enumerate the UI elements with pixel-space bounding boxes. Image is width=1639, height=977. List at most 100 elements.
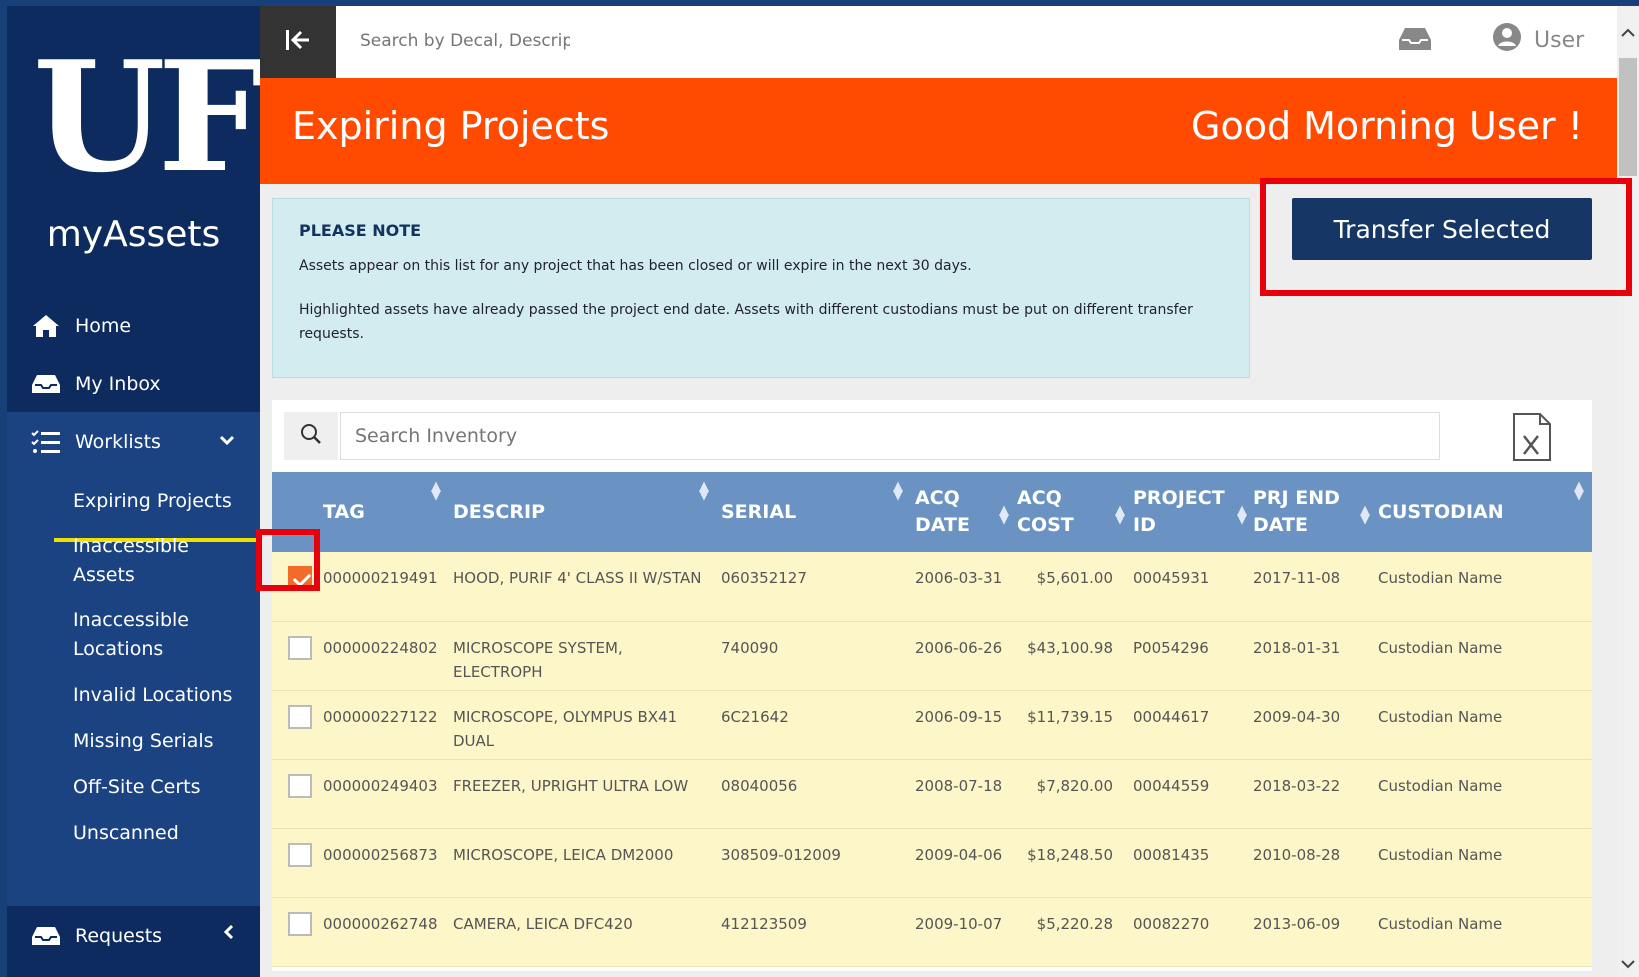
table-row[interactable]: 000000219491 HOOD, PURIF 4' CLASS II W/S… bbox=[272, 552, 1592, 622]
nav-inbox[interactable]: My Inbox bbox=[7, 354, 260, 414]
table-row[interactable]: 000000224802 MICROSCOPE SYSTEM, ELECTROP… bbox=[272, 621, 1592, 691]
nav-requests[interactable]: Requests bbox=[7, 906, 260, 966]
scroll-down-icon[interactable] bbox=[1621, 957, 1635, 973]
col-custodian-label: CUSTODIAN bbox=[1378, 500, 1504, 523]
cell-project-id: 00081435 bbox=[1127, 828, 1247, 898]
row-select-cell bbox=[272, 621, 317, 691]
table-row[interactable]: 000000256873 MICROSCOPE, LEICA DM2000 30… bbox=[272, 828, 1592, 898]
note-text: Assets appear on this list for any proje… bbox=[299, 258, 972, 274]
uf-logo: UF bbox=[33, 27, 265, 206]
table-row[interactable]: 000000249403 FREEZER, UPRIGHT ULTRA LOW … bbox=[272, 759, 1592, 829]
sort-icon[interactable]: ▲ ▼ bbox=[1360, 504, 1370, 526]
user-menu[interactable]: User bbox=[1492, 22, 1584, 58]
row-checkbox[interactable] bbox=[288, 635, 312, 660]
inventory-search-input[interactable] bbox=[340, 412, 1440, 460]
cell-descrip: MICROSCOPE SYSTEM, ELECTROPH bbox=[447, 621, 715, 691]
scroll-up-icon[interactable] bbox=[1621, 26, 1635, 42]
cell-project-id: P0054296 bbox=[1127, 621, 1247, 691]
row-checkbox[interactable] bbox=[288, 773, 312, 798]
cell-custodian: Custodian Name bbox=[1372, 897, 1592, 967]
scroll-thumb[interactable] bbox=[1619, 58, 1637, 176]
sub-unscanned[interactable]: Unscanned bbox=[73, 819, 253, 848]
page-scrollbar[interactable] bbox=[1617, 6, 1639, 977]
cell-tag: 000000262748 bbox=[317, 897, 447, 967]
cell-descrip: CAMERA, LEICA DFC420 bbox=[447, 897, 715, 967]
sort-icon[interactable]: ▲ ▼ bbox=[1574, 480, 1584, 502]
collapse-left-icon bbox=[285, 29, 311, 55]
cell-acq-cost: $5,220.28 bbox=[1011, 897, 1127, 967]
chevron-down-icon bbox=[219, 430, 235, 449]
table-header-row: TAG ▲ ▼ DESCRIP ▲ ▼ SERIAL ▲ ▼ ACQ DATE ▲ ▼ ACQ … bbox=[272, 472, 1592, 552]
note-text: Highlighted assets have already passed t… bbox=[299, 302, 1193, 342]
nav-home[interactable]: Home bbox=[7, 296, 260, 356]
cell-descrip: FREEZER, UPRIGHT ULTRA LOW bbox=[447, 759, 715, 829]
cell-serial: 6C21642 bbox=[715, 690, 909, 760]
sort-icon[interactable]: ▲ ▼ bbox=[1115, 504, 1125, 526]
sub-invalid-locations[interactable]: Invalid Locations bbox=[73, 681, 253, 710]
cell-descrip: MICROSCOPE, OLYMPUS BX41 DUAL bbox=[447, 690, 715, 760]
row-checkbox[interactable] bbox=[288, 842, 312, 867]
row-select-cell bbox=[272, 828, 317, 898]
col-project-id[interactable]: PROJECT ID ▲ ▼ bbox=[1127, 472, 1247, 552]
collapse-sidebar-button[interactable] bbox=[260, 6, 336, 78]
row-select-cell bbox=[272, 690, 317, 760]
col-custodian[interactable]: CUSTODIAN ▲ ▼ bbox=[1372, 472, 1592, 552]
inbox-button[interactable] bbox=[1398, 26, 1432, 56]
cell-serial: 740090 bbox=[715, 621, 909, 691]
col-acq-date-label: ACQ DATE bbox=[915, 487, 970, 536]
note-title: PLEASE NOTE bbox=[299, 221, 422, 240]
row-checkbox[interactable] bbox=[288, 911, 312, 936]
sub-off-site-certs[interactable]: Off-Site Certs bbox=[73, 773, 253, 802]
col-serial[interactable]: SERIAL ▲ ▼ bbox=[715, 472, 909, 552]
col-acq-cost-label: ACQ COST bbox=[1017, 487, 1074, 536]
cell-tag: 000000249403 bbox=[317, 759, 447, 829]
sub-inaccessible-assets[interactable]: Inaccessible Assets bbox=[73, 532, 253, 590]
cell-acq-date: 2006-03-31 bbox=[909, 552, 1011, 622]
sub-inaccessible-locations[interactable]: Inaccessible Locations bbox=[73, 606, 253, 664]
row-checkbox[interactable] bbox=[288, 704, 312, 729]
nav-requests-label: Requests bbox=[75, 925, 163, 947]
user-avatar-icon bbox=[1492, 22, 1522, 58]
row-select-cell bbox=[272, 897, 317, 967]
cell-descrip: MICROSCOPE, LEICA DM2000 bbox=[447, 828, 715, 898]
cell-acq-cost: $7,820.00 bbox=[1011, 759, 1127, 829]
sort-icon[interactable]: ▲ ▼ bbox=[893, 480, 903, 502]
sort-icon[interactable]: ▲ ▼ bbox=[1237, 504, 1247, 526]
table-row[interactable]: 000000262748 CAMERA, LEICA DFC420 412123… bbox=[272, 897, 1592, 967]
col-prj-end-date[interactable]: PRJ END DATE ▲ ▼ bbox=[1247, 472, 1372, 552]
app-window: UF myAssets Home My Inbox Worklists Expi… bbox=[7, 6, 1639, 977]
cell-prj-end-date: 2018-03-22 bbox=[1247, 759, 1372, 829]
greeting: Good Morning User ! bbox=[1191, 104, 1583, 148]
row-select-cell bbox=[272, 759, 317, 829]
col-acq-cost[interactable]: ACQ COST ▲ ▼ bbox=[1011, 472, 1127, 552]
inbox-icon bbox=[1398, 28, 1432, 56]
cell-acq-date: 2009-10-07 bbox=[909, 897, 1011, 967]
cell-tag: 000000256873 bbox=[317, 828, 447, 898]
col-prj-end-date-label: PRJ END DATE bbox=[1253, 487, 1340, 536]
sort-icon[interactable]: ▲ ▼ bbox=[431, 480, 441, 502]
export-excel-button[interactable] bbox=[1512, 412, 1552, 466]
sort-icon[interactable]: ▲ ▼ bbox=[699, 480, 709, 502]
global-search-input[interactable] bbox=[360, 26, 570, 56]
col-descrip[interactable]: DESCRIP ▲ ▼ bbox=[447, 472, 715, 552]
col-descrip-label: DESCRIP bbox=[453, 500, 546, 523]
sort-icon[interactable]: ▲ ▼ bbox=[999, 504, 1009, 526]
app-name: myAssets bbox=[46, 214, 221, 255]
inbox-icon bbox=[31, 922, 67, 950]
sub-missing-serials[interactable]: Missing Serials bbox=[73, 727, 253, 756]
cell-prj-end-date: 2009-04-30 bbox=[1247, 690, 1372, 760]
col-tag[interactable]: TAG ▲ ▼ bbox=[317, 472, 447, 552]
callout-highlight bbox=[1260, 178, 1632, 296]
cell-prj-end-date: 2017-11-08 bbox=[1247, 552, 1372, 622]
search-icon bbox=[300, 423, 322, 449]
cell-prj-end-date: 2018-01-31 bbox=[1247, 621, 1372, 691]
col-acq-date[interactable]: ACQ DATE ▲ ▼ bbox=[909, 472, 1011, 552]
row-checkbox[interactable] bbox=[288, 566, 312, 590]
table-row[interactable]: 000000227122 MICROSCOPE, OLYMPUS BX41 DU… bbox=[272, 690, 1592, 760]
cell-custodian: Custodian Name bbox=[1372, 552, 1592, 622]
inventory-search-button[interactable] bbox=[284, 412, 338, 460]
sub-expiring-projects[interactable]: Expiring Projects bbox=[73, 487, 253, 516]
cell-acq-date: 2006-09-15 bbox=[909, 690, 1011, 760]
nav-worklists[interactable]: Worklists bbox=[7, 412, 260, 472]
cell-serial: 060352127 bbox=[715, 552, 909, 622]
